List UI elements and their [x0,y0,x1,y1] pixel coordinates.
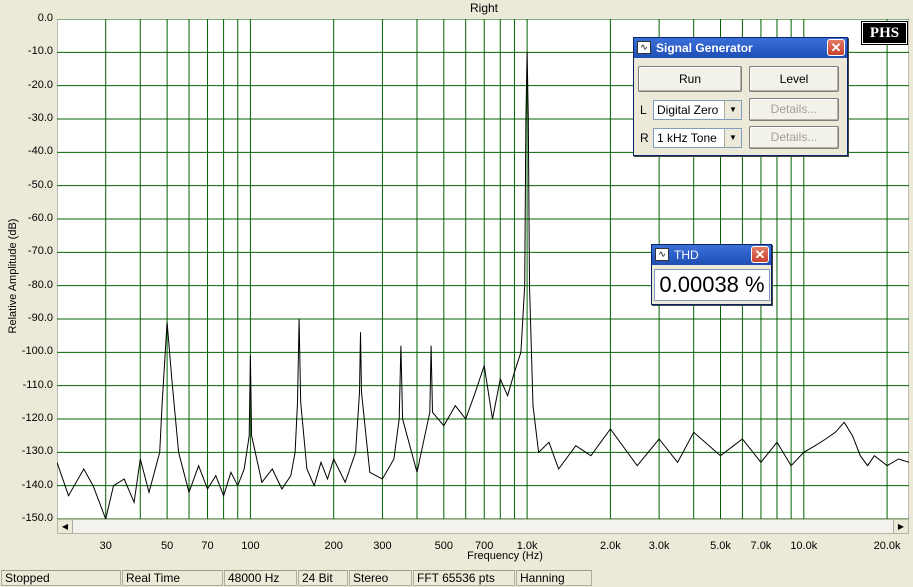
y-tick-label: -60.0 [27,212,53,224]
y-tick-label: -120.0 [21,412,53,424]
x-tick-label: 5.0k [710,540,731,552]
x-tick-label: 200 [324,540,343,552]
x-tick-label: 10.0k [790,540,818,552]
left-channel-value: Digital Zero [657,103,719,117]
x-axis-label: Frequency (Hz) [467,550,543,562]
y-tick-label: -20.0 [27,78,53,91]
run-button[interactable]: Run [638,66,742,92]
plot-title: Right [469,1,498,15]
x-tick-label: 2.0k [599,540,621,552]
x-tick-label: 20.0k [873,540,901,552]
status-window: Hanning [516,570,592,586]
chevron-down-icon[interactable]: ▼ [724,101,741,119]
signal-generator-titlebar[interactable]: ∿ Signal Generator ✕ [634,38,847,58]
x-tick-label: 30 [99,540,112,552]
close-icon[interactable]: ✕ [751,246,769,263]
left-channel-label: L [640,103,647,117]
y-tick-label: -50.0 [27,178,53,191]
phs-logo: PHS [861,21,908,45]
y-tick-label: -100.0 [21,345,53,358]
y-tick-label: -130.0 [21,445,53,458]
x-tick-label: 7.0k [750,540,772,552]
y-tick-label: -140.0 [21,478,53,491]
status-bar: Stopped Real Time 48000 Hz 24 Bit Stereo… [0,569,913,587]
right-channel-label: R [640,131,649,145]
left-channel-select[interactable]: Digital Zero ▼ [653,100,742,120]
status-bit-depth: 24 Bit [298,570,348,586]
right-details-button[interactable]: Details... [749,126,839,149]
x-tick-label: 300 [373,540,392,552]
thd-window: ∿ THD ✕ 0.00038 % [651,244,772,305]
signal-generator-title: Signal Generator [656,41,753,55]
signal-generator-window: ∿ Signal Generator ✕ Run Level L Digital… [633,37,848,156]
left-details-button[interactable]: Details... [749,98,839,121]
status-mode: Real Time [122,570,223,586]
thd-titlebar[interactable]: ∿ THD ✕ [652,245,771,265]
y-tick-label: -150.0 [21,512,53,524]
right-channel-value: 1 kHz Tone [657,131,717,145]
status-fft-size: FFT 65536 pts [413,570,515,586]
thd-value: 0.00038 % [654,269,770,301]
y-tick-label: -40.0 [27,145,53,158]
horizontal-scrollbar[interactable]: ◀ ▶ [57,519,909,534]
y-tick-label: -30.0 [27,112,53,124]
x-tick-label: 3.0k [648,540,670,552]
close-icon[interactable]: ✕ [827,39,845,56]
y-tick-label: -90.0 [27,312,53,324]
y-tick-label: -10.0 [27,45,53,58]
status-state: Stopped [1,570,121,586]
y-tick-label: -110.0 [22,378,53,391]
x-tick-label: 70 [201,540,214,552]
y-tick-label: 0.0 [37,12,53,24]
status-sample-rate: 48000 Hz [224,570,297,586]
waveform-icon: ∿ [637,41,651,54]
level-button[interactable]: Level [749,66,839,92]
right-channel-select[interactable]: 1 kHz Tone ▼ [653,128,742,148]
x-tick-label: 50 [160,540,174,552]
status-channels: Stereo [349,570,412,586]
chevron-down-icon[interactable]: ▼ [724,129,741,147]
scroll-left-icon[interactable]: ◀ [58,520,73,533]
thd-title: THD [674,248,699,262]
y-tick-label: -70.0 [27,245,53,258]
y-tick-label: -80.0 [27,278,53,291]
x-tick-label: 100 [241,540,260,552]
waveform-icon: ∿ [655,248,669,261]
scroll-right-icon[interactable]: ▶ [893,520,908,533]
